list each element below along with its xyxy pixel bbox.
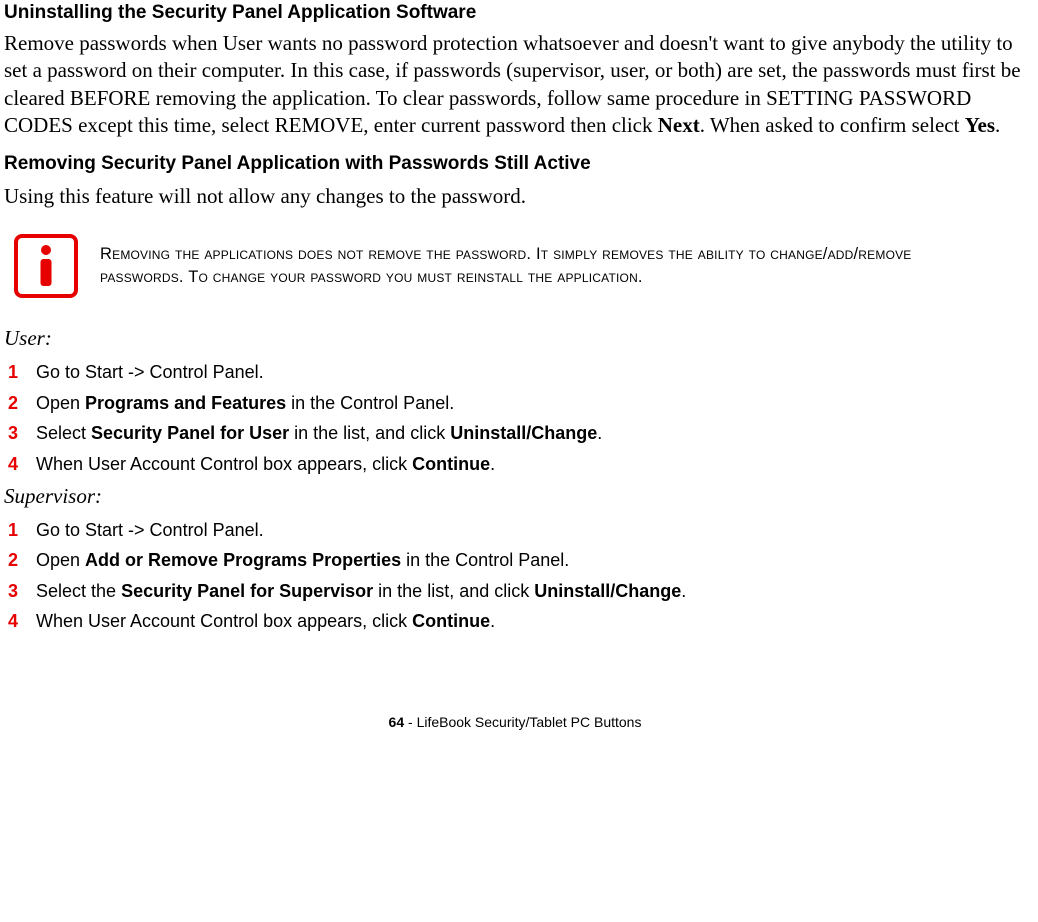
step-number: 3 [8, 581, 22, 602]
para1-bold-yes: Yes [965, 113, 995, 137]
info-note: Removing the applications does not remov… [14, 234, 1026, 298]
step-number: 1 [8, 520, 22, 541]
step-text: When User Account Control box appears, c… [36, 453, 495, 476]
user-step: 2 Open Programs and Features in the Contr… [4, 392, 1026, 415]
supervisor-step: 1 Go to Start -> Control Panel. [4, 519, 1026, 542]
footer-sep: - [404, 714, 416, 730]
user-step: 1 Go to Start -> Control Panel. [4, 361, 1026, 384]
step-number: 4 [8, 454, 22, 475]
step-number: 2 [8, 393, 22, 414]
step-text: Select the Security Panel for Supervisor… [36, 580, 686, 603]
step-number: 4 [8, 611, 22, 632]
document-page: Uninstalling the Security Panel Applicat… [0, 2, 1038, 750]
supervisor-step: 4 When User Account Control box appears, … [4, 610, 1026, 633]
paragraph-using-feature: Using this feature will not allow any ch… [4, 183, 1026, 210]
supervisor-steps: 1 Go to Start -> Control Panel. 2 Open Add … [4, 519, 1026, 634]
label-user: User: [4, 326, 1026, 351]
supervisor-step: 3 Select the Security Panel for Superviso… [4, 580, 1026, 603]
info-icon [14, 234, 78, 298]
step-number: 3 [8, 423, 22, 444]
user-step: 4 When User Account Control box appears, … [4, 453, 1026, 476]
step-number: 1 [8, 362, 22, 383]
heading-removing-active: Removing Security Panel Application with… [4, 153, 1026, 175]
user-steps: 1 Go to Start -> Control Panel. 2 Open Prog… [4, 361, 1026, 476]
step-text: Open Add or Remove Programs Properties i… [36, 549, 569, 572]
para1-bold-next: Next [658, 113, 700, 137]
step-text: When User Account Control box appears, c… [36, 610, 495, 633]
para1-mid: . When asked to confirm select [700, 113, 965, 137]
user-step: 3 Select Security Panel for User in the l… [4, 422, 1026, 445]
label-supervisor: Supervisor: [4, 484, 1026, 509]
page-number: 64 [389, 714, 405, 730]
step-text: Go to Start -> Control Panel. [36, 361, 264, 384]
step-text: Select Security Panel for User in the li… [36, 422, 602, 445]
step-text: Open Programs and Features in the Contro… [36, 392, 454, 415]
heading-uninstalling: Uninstalling the Security Panel Applicat… [4, 2, 1026, 24]
footer-title: LifeBook Security/Tablet PC Buttons [417, 714, 642, 730]
step-number: 2 [8, 550, 22, 571]
step-text: Go to Start -> Control Panel. [36, 519, 264, 542]
supervisor-step: 2 Open Add or Remove Programs Properties … [4, 549, 1026, 572]
info-note-text: Removing the applications does not remov… [100, 243, 996, 289]
paragraph-uninstalling: Remove passwords when User wants no pass… [4, 30, 1026, 139]
page-footer: 64 - LifeBook Security/Tablet PC Buttons [4, 714, 1026, 730]
para1-end: . [995, 113, 1000, 137]
